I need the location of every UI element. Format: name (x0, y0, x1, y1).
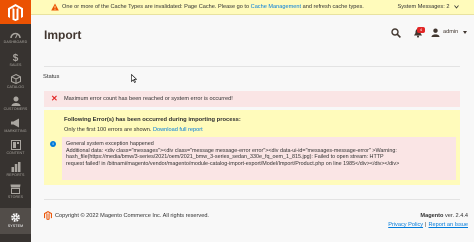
system-messages-toggle[interactable]: System Messages: 2 (398, 4, 459, 10)
bar-chart-icon (11, 162, 20, 172)
caret-down-icon[interactable] (463, 31, 467, 34)
error-x-icon: ✕ (51, 94, 58, 103)
cube-icon (10, 74, 21, 84)
cache-notice-bar: One or more of the Cache Types are inval… (31, 0, 474, 15)
errors-shown-note: Only the first 100 errors are shown. (64, 127, 152, 133)
error-detail-box: General system exception happened Additi… (62, 137, 456, 180)
sidebar-item-catalog[interactable]: Catalog (0, 72, 31, 94)
status-label: Status (43, 74, 60, 80)
magento-logo-icon (8, 4, 23, 21)
import-errors-heading: Following Error(s) has been occurred dur… (64, 117, 241, 123)
copyright-text: Copyright © 2022 Magento Commerce Inc. A… (55, 213, 209, 219)
error-detail-line: hash_file(https://media/bmw/3-series/202… (66, 154, 384, 161)
sidebar-item-system[interactable]: System (0, 208, 31, 234)
sidebar-item-dashboard[interactable]: Dashboard (0, 28, 31, 50)
sidebar-item-label: Dashboard (3, 40, 28, 44)
gear-icon (11, 213, 20, 222)
sidebar-item-label: Customers (3, 107, 28, 111)
info-icon: i (50, 141, 56, 147)
sidebar-item-label: Sales (9, 63, 22, 67)
chevron-down-icon (454, 4, 459, 9)
notice-text-before: One or more of the Cache Types are inval… (62, 4, 250, 10)
sidebar-item-marketing[interactable]: Marketing (0, 116, 31, 138)
sidebar-item-label: Content (6, 151, 25, 155)
sidebar-item-label: Catalog (6, 85, 25, 89)
error-detail-line: Additional data: <div class="messages"><… (66, 147, 397, 154)
user-icon[interactable] (431, 28, 440, 37)
dollar-icon: $ (13, 53, 19, 62)
admin-sidebar: Dashboard $ Sales Catalog Customers Mark… (0, 0, 31, 242)
privacy-policy-link[interactable]: Privacy Policy (388, 222, 423, 228)
admin-username[interactable]: admin (443, 29, 458, 35)
error-message-text: Maximum error count has been reached or … (64, 96, 233, 102)
sidebar-item-label: System (7, 224, 24, 228)
sidebar-item-customers[interactable]: Customers (0, 94, 31, 116)
search-icon[interactable] (391, 28, 401, 38)
store-icon (10, 184, 21, 194)
magento-footer-logo-icon (44, 211, 52, 220)
warning-icon (51, 3, 59, 11)
sidebar-item-content[interactable]: Content (0, 138, 31, 160)
system-messages-label: System Messages: 2 (397, 4, 450, 10)
sidebar-item-reports[interactable]: Reports (0, 160, 31, 182)
notifications-count-badge: 4 (417, 27, 425, 33)
footer-divider (44, 199, 460, 200)
report-issue-link[interactable]: Report an Issue (429, 222, 469, 228)
cache-notice-text: One or more of the Cache Types are inval… (62, 4, 364, 10)
magento-version: Magento ver. 2.4.4 (420, 213, 468, 219)
header-divider (44, 66, 460, 67)
cache-management-link[interactable]: Cache Management (251, 4, 301, 10)
svg-text:$: $ (13, 53, 19, 62)
mouse-cursor-icon (131, 74, 137, 83)
sidebar-item-sales[interactable]: $ Sales (0, 50, 31, 72)
error-detail-line: request failed! in /bitnami/magento/vend… (66, 160, 400, 167)
user-icon (11, 96, 20, 106)
footer-links: Privacy Policy | Report an Issue (388, 222, 468, 228)
magento-logo[interactable] (0, 0, 31, 24)
sidebar-item-label: Marketing (4, 129, 27, 133)
notice-text-after: and refresh cache types. (302, 4, 364, 10)
sidebar-item-label: Stores (7, 195, 24, 199)
error-detail-line: General system exception happened (66, 141, 154, 147)
footer-separator: | (425, 222, 427, 228)
sidebar-item-stores[interactable]: Stores (0, 182, 31, 204)
import-errors-panel: Following Error(s) has been occurred dur… (44, 110, 460, 185)
download-full-report-link[interactable]: Download full report (153, 127, 203, 133)
error-message: ✕ Maximum error count has been reached o… (44, 91, 460, 107)
sidebar-item-label: Reports (6, 173, 25, 177)
layout-icon (10, 140, 21, 150)
version-value: ver. 2.4.4 (444, 213, 468, 219)
megaphone-icon (11, 118, 19, 128)
import-errors-subtext: Only the first 100 errors are shown. Dow… (64, 127, 203, 133)
page-title: Import (44, 28, 82, 42)
version-label: Magento (420, 213, 444, 219)
dashboard-icon (10, 32, 21, 39)
